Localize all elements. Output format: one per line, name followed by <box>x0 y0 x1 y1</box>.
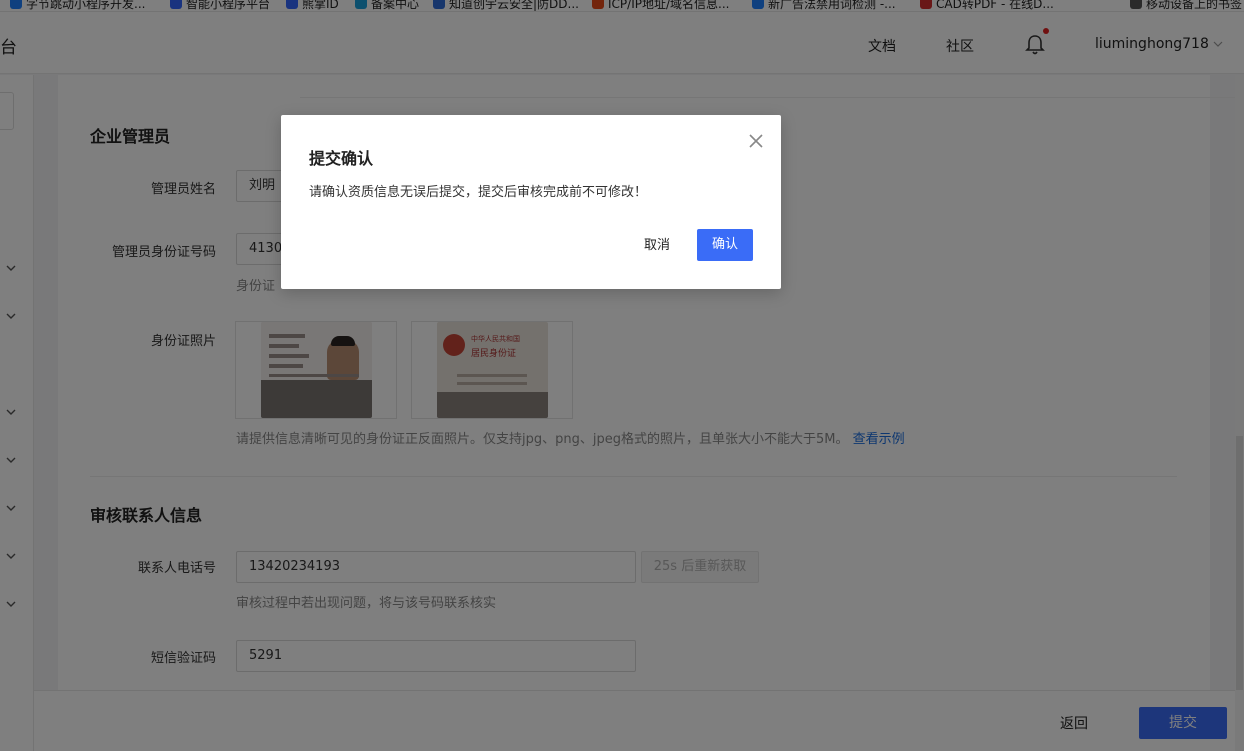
cancel-button[interactable]: 取消 <box>633 230 681 262</box>
submit-confirm-dialog: 提交确认 请确认资质信息无误后提交，提交后审核完成前不可修改！ 取消 确认 <box>281 115 781 289</box>
modal-overlay[interactable] <box>0 0 1244 751</box>
dialog-message: 请确认资质信息无误后提交，提交后审核完成前不可修改！ <box>309 185 648 200</box>
dialog-title: 提交确认 <box>309 149 374 168</box>
confirm-button[interactable]: 确认 <box>697 229 753 261</box>
close-icon[interactable] <box>747 132 765 150</box>
